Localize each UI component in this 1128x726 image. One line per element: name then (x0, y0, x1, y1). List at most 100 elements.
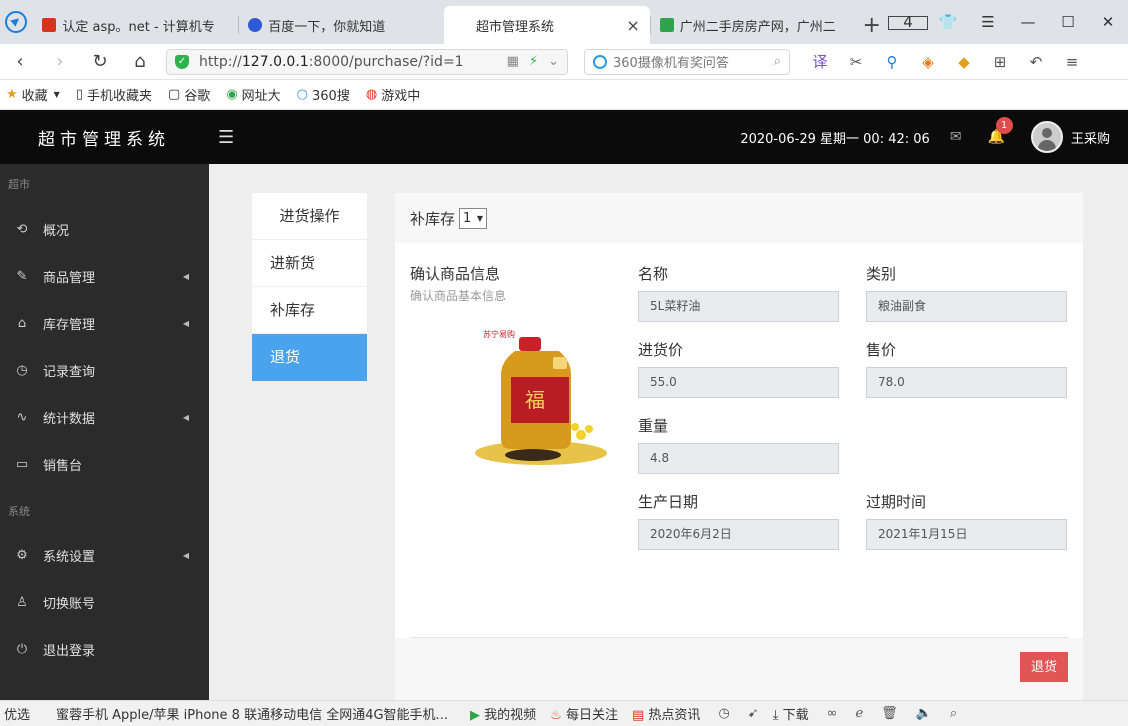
close-window-icon[interactable]: ✕ (1088, 13, 1128, 31)
browser-tab[interactable]: 广州二手房房产网，广州二 (649, 6, 856, 44)
sidebar-item-pos[interactable]: ▭ 销售台 (0, 441, 209, 488)
new-tab-button[interactable]: + (856, 6, 888, 44)
header-right: 2020-06-29 星期一 00: 42: 06 ✉ 🔔 1 王采购 (740, 117, 1128, 153)
username[interactable]: 王采购 (1071, 128, 1110, 147)
subnav-item-return[interactable]: 退货 (252, 334, 367, 381)
weight-input[interactable]: 4.8 (638, 443, 839, 474)
purchase-subnav: 进货操作 进新货 补库存 退货 (252, 193, 367, 381)
production-date-input[interactable]: 2020年6月2日 (638, 519, 839, 550)
page-icon: ▢ (168, 87, 181, 102)
field-label: 售价 (866, 341, 897, 359)
qr-code-icon[interactable]: ▦ (507, 54, 519, 69)
skin-icon[interactable]: 👕 (928, 13, 968, 31)
video-icon: ▶ (470, 708, 481, 723)
product-brand-text: 福 (525, 388, 545, 412)
glasses-icon[interactable]: ∞ (827, 706, 838, 721)
reload-icon[interactable]: ↻ (80, 51, 120, 72)
sidebar-item-label: 销售台 (43, 459, 83, 474)
coupon-icon[interactable]: ◆ (946, 53, 982, 71)
bookmark-item[interactable]: ◍ 游戏中 (366, 85, 420, 104)
sidebar-toggle-icon[interactable]: ☰ (218, 127, 234, 148)
subnav-item-new-stock[interactable]: 进新货 (252, 240, 367, 287)
browser-logo-icon[interactable] (0, 0, 32, 44)
sidebar-item-overview[interactable]: ⟲ 概况 (0, 206, 209, 253)
name-input[interactable]: 5L菜籽油 (638, 291, 839, 322)
ie-icon[interactable]: ℯ (855, 706, 863, 721)
sidebar-item-records[interactable]: ◷ 记录查询 (0, 347, 209, 394)
tab-favicon-icon (42, 18, 57, 32)
rocket-icon[interactable]: ➹ (748, 706, 759, 721)
status-download[interactable]: ⤓ 下载 (773, 704, 809, 723)
bookmark-label: 网址大 (241, 89, 281, 104)
bell-icon[interactable]: 🔔 1 (988, 117, 1013, 145)
bookmark-label: 收藏 (21, 89, 48, 104)
forward-icon[interactable]: › (40, 51, 80, 72)
more-icon[interactable]: ≡ (1054, 53, 1090, 71)
menu-icon[interactable]: ☰ (968, 13, 1008, 31)
news-ticker[interactable]: 蜜蓉手机 Apple/苹果 iPhone 8 联通移动电信 全网通4G智能手机.… (56, 704, 456, 723)
tab-count-button[interactable]: 4 (888, 13, 928, 31)
back-icon[interactable]: ‹ (0, 51, 40, 72)
purchase-price-input[interactable]: 55.0 (638, 367, 839, 398)
field-expiry-date: 过期时间 2021年1月15日 (866, 491, 1067, 550)
status-hot-news[interactable]: ▤ 热点资讯 (632, 704, 700, 723)
sidebar-item-inventory[interactable]: ⌂ 库存管理 ◀ (0, 300, 209, 347)
volume-icon[interactable]: 🔈 (916, 706, 932, 721)
category-input[interactable]: 粮油副食 (866, 291, 1067, 322)
caret-left-icon: ◀ (182, 272, 189, 281)
sidebar-item-settings[interactable]: ⚙ 系统设置 ◀ (0, 532, 209, 579)
sale-price-input[interactable]: 78.0 (866, 367, 1067, 398)
expiry-date-input[interactable]: 2021年1月15日 (866, 519, 1067, 550)
field-label: 进货价 (638, 341, 684, 359)
bookmark-item[interactable]: ▯ 手机收藏夹 (76, 85, 152, 104)
zoom-icon[interactable]: ⌕ (950, 706, 957, 721)
confirm-title: 确认商品信息 (410, 265, 501, 283)
sidebar-item-products[interactable]: ✎ 商品管理 ◀ (0, 253, 209, 300)
sidebar-item-logout[interactable]: ⏻ 退出登录 (0, 626, 209, 673)
bookmark-favorites[interactable]: ★ 收藏 ▼ (6, 85, 60, 104)
site-nav-icon: ◉ (226, 87, 238, 102)
subnav-item-restock[interactable]: 补库存 (252, 287, 367, 334)
browser-tab[interactable]: 百度一下，你就知道 (238, 6, 444, 44)
search-input[interactable]: 360摄像机有奖问答 ⌕ (584, 48, 790, 75)
toolbar-icons: 译 ✂ ⚲ ◈ ◆ ⊞ ↶ ≡ (802, 51, 1090, 72)
status-daily-focus[interactable]: ♨ 每日关注 (550, 704, 618, 723)
tab-favicon-icon (659, 18, 674, 32)
url-scheme: http:// (199, 53, 242, 70)
browser-tab-active[interactable]: 超市管理系统 × (443, 6, 650, 44)
bookmark-item[interactable]: ▢ 谷歌 (168, 85, 210, 104)
trash-icon[interactable]: 🗑 (881, 706, 898, 721)
mail-icon[interactable]: ✉ (950, 129, 962, 145)
translate-icon[interactable]: 译 (802, 51, 838, 72)
status-my-videos[interactable]: ▶ 我的视频 (470, 704, 536, 723)
product-panel: 补库存 1 ▼ 确认商品信息 确认商品基本信息 福 苏宁易购 名称 5L菜籽油 (395, 193, 1083, 700)
home-icon[interactable]: ⌂ (120, 51, 160, 72)
browser-tab[interactable]: 认定 asp。net - 计算机专 (32, 6, 238, 44)
browser-tab-bar: 认定 asp。net - 计算机专 百度一下，你就知道 超市管理系统 × 广州二… (0, 0, 1128, 44)
minimize-icon[interactable]: — (1008, 13, 1048, 31)
notification-badge: 1 (995, 117, 1013, 134)
return-button[interactable]: 退货 (1020, 652, 1068, 682)
bookmark-label: 手机收藏夹 (86, 89, 152, 104)
gamepad-icon[interactable]: ◈ (910, 53, 946, 71)
undo-icon[interactable]: ↶ (1018, 53, 1054, 71)
maximize-icon[interactable]: ☐ (1048, 13, 1088, 31)
url-dropdown-icon[interactable]: ⌄ (548, 54, 559, 69)
sidebar-item-statistics[interactable]: ∿ 统计数据 ◀ (0, 394, 209, 441)
url-input[interactable]: ✓ http://127.0.0.1:8000/purchase/?id=1 ▦… (166, 48, 568, 75)
speed-dial-icon[interactable]: ◷ (718, 706, 729, 721)
search-icon[interactable]: ⌕ (774, 54, 781, 69)
status-left-label[interactable]: 优选 (4, 704, 30, 723)
bookmark-label: 游戏中 (381, 89, 421, 104)
sidebar-item-switch-account[interactable]: ♙ 切换账号 (0, 579, 209, 626)
bookmark-item[interactable]: ◉ 网址大 (226, 85, 280, 104)
tab-close-icon[interactable]: × (626, 16, 639, 35)
scissors-icon[interactable]: ✂ (838, 53, 874, 71)
apps-grid-icon[interactable]: ⊞ (982, 53, 1018, 71)
restock-select[interactable]: 1 ▼ (459, 207, 488, 229)
speed-icon[interactable]: ⚡ (529, 54, 538, 69)
bookmark-item[interactable]: ○ 360搜 (297, 85, 350, 104)
magnifier-icon[interactable]: ⚲ (874, 53, 910, 71)
avatar[interactable] (1030, 121, 1063, 153)
field-label: 过期时间 (866, 493, 927, 511)
